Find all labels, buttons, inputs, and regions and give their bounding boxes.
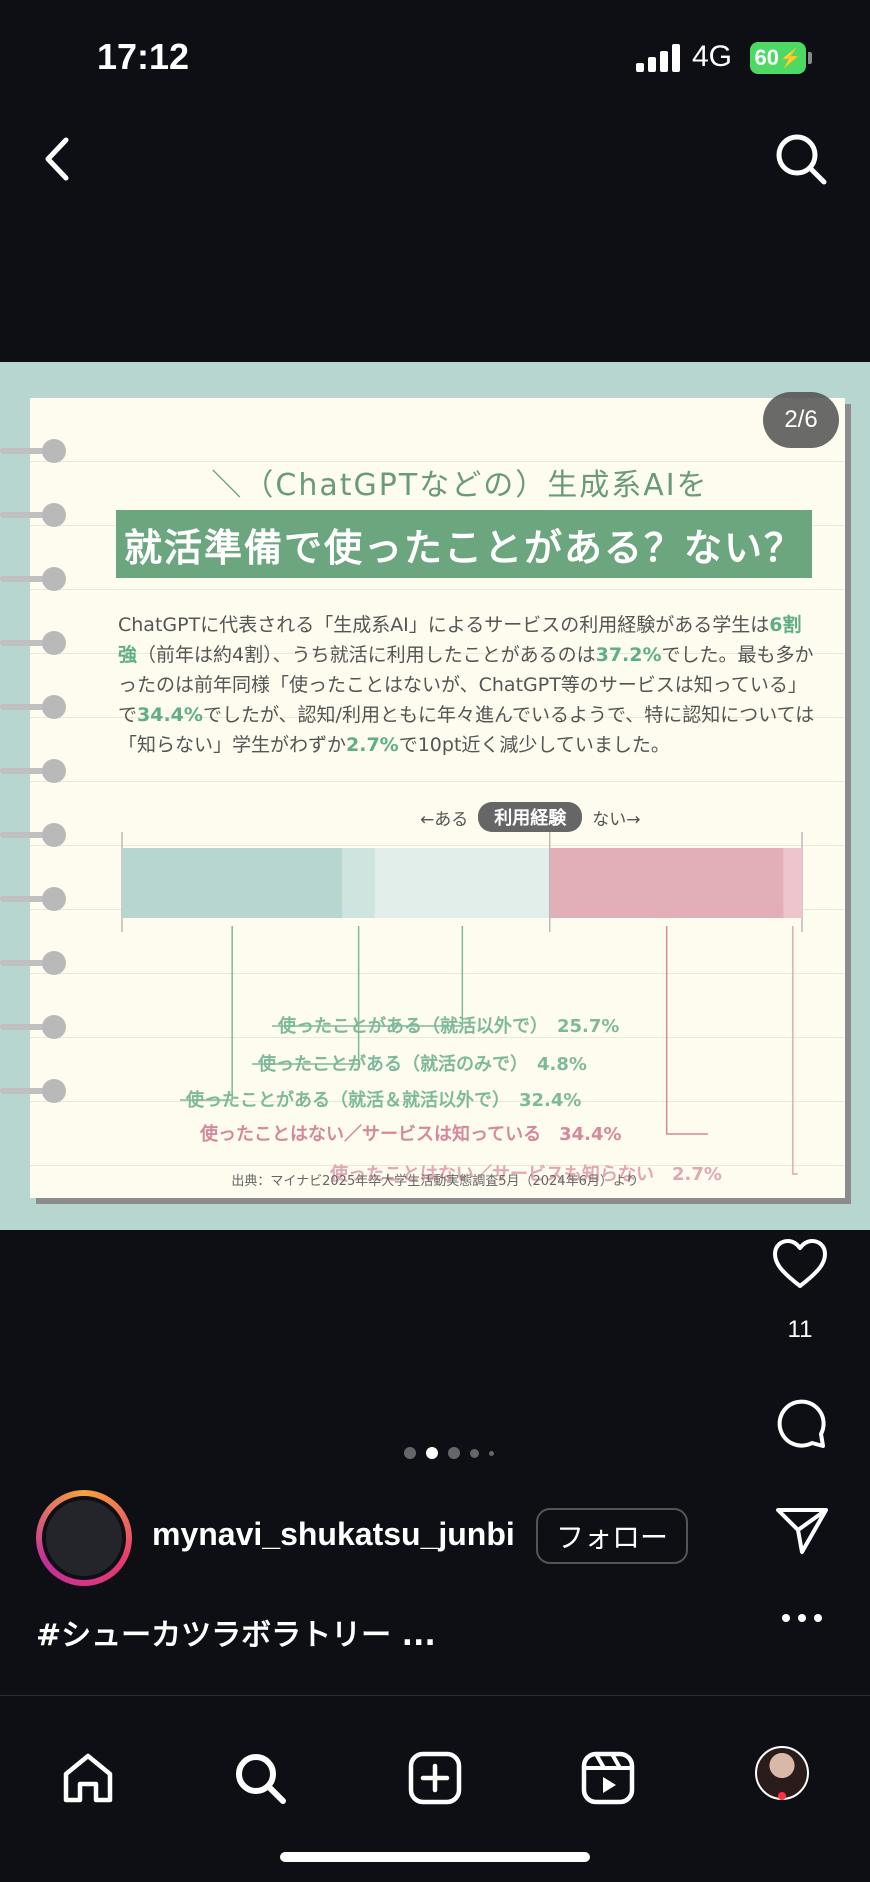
stacked-bar-chart: 使ったことがある（就活以外で） 25.7% 使ったことがある（就活のみで） 4.8… <box>121 832 803 1182</box>
reels-icon[interactable] <box>580 1750 636 1806</box>
body-highlight: 2.7% <box>346 734 399 756</box>
top-nav <box>0 120 870 200</box>
binder-ring <box>0 887 66 911</box>
post-image[interactable]: 2/6 ＼（ChatGPTなどの）生成系AIを／ 就活準備で使ったことがある？な… <box>0 362 870 1230</box>
carousel-dots <box>404 1446 494 1460</box>
body-text: ChatGPTに代表される「生成系AI」によるサービスの利用経験がある学生は6割… <box>118 610 818 760</box>
bar-segment-4 <box>549 848 784 918</box>
battery-level: 60 <box>754 45 780 70</box>
home-icon[interactable] <box>60 1750 116 1806</box>
send-icon[interactable] <box>774 1502 830 1558</box>
source-note: 出典：マイナビ2025年卒大学生活動実態調査5月（2024年6月）より <box>231 1174 639 1189</box>
body-highlight: 34.4% <box>137 704 203 726</box>
comment-icon[interactable] <box>774 1396 828 1450</box>
body-text-part: ChatGPTに代表される「生成系AI」によるサービスの利用経験がある学生は <box>118 614 770 636</box>
heart-icon[interactable] <box>772 1238 828 1290</box>
bar-segment-1 <box>122 848 343 918</box>
more-icon[interactable] <box>780 1612 824 1624</box>
body-text-part: （前年は約4割）、うち就活に利用したことがあるのは <box>137 644 596 666</box>
leader-line-5 <box>792 926 798 1175</box>
chevron-left-icon[interactable] <box>38 134 78 184</box>
status-bar: 17:12 4G 60 ⚡ <box>0 0 870 110</box>
binder-ring <box>0 1079 66 1103</box>
like-count: 11 <box>787 1316 813 1343</box>
body-highlight: 37.2% <box>595 644 662 666</box>
follow-button[interactable]: フォロー <box>536 1508 688 1564</box>
bar-segment-3 <box>374 848 550 918</box>
binder-ring <box>0 823 66 847</box>
signal-icon <box>636 44 680 72</box>
bar-segment-5 <box>783 848 802 918</box>
search-icon[interactable] <box>772 130 830 188</box>
binder-ring <box>0 759 66 783</box>
bar-label-1: 使ったことがある（就活以外で） 25.7% <box>277 1015 619 1037</box>
binder-ring <box>0 951 66 975</box>
binder-ring <box>0 631 66 655</box>
account-username[interactable]: mynavi_shukatsu_junbi <box>152 1516 515 1553</box>
headline-main: 就活準備で使ったことがある？ない？ <box>116 510 812 578</box>
notification-dot <box>778 1792 786 1800</box>
binder-ring <box>0 439 66 463</box>
account-avatar[interactable] <box>36 1490 132 1586</box>
bar-label-2: 使ったことがある（就活のみで） 4.8% <box>257 1053 587 1075</box>
body-text-part: で10pt近く減少していました。 <box>398 734 670 756</box>
bar-segment-2 <box>342 848 375 918</box>
leader-line-1 <box>272 926 464 1027</box>
leader-line-3 <box>180 926 233 1101</box>
battery-cap <box>808 52 812 64</box>
binder-ring <box>0 695 66 719</box>
binder-ring <box>0 503 66 527</box>
battery-icon: 60 ⚡ <box>750 42 806 74</box>
post-caption[interactable]: #シューカツラボラトリー ... <box>36 1610 436 1654</box>
home-indicator[interactable] <box>280 1852 590 1862</box>
bar-label-3: 使ったことがある（就活＆就活以外で） 32.4% <box>185 1089 581 1111</box>
binder-ring <box>0 567 66 591</box>
page-indicator: 2/6 <box>763 392 839 448</box>
leader-line-4 <box>665 926 708 1135</box>
bar-label-4: 使ったことはない／サービスは知っている 34.4% <box>199 1123 622 1145</box>
leader-line-2 <box>252 926 360 1065</box>
network-type: 4G <box>692 40 733 73</box>
status-time: 17:12 <box>97 36 190 77</box>
search-icon[interactable] <box>232 1750 288 1806</box>
binder-ring <box>0 1015 66 1039</box>
plus-square-icon[interactable] <box>407 1750 463 1806</box>
